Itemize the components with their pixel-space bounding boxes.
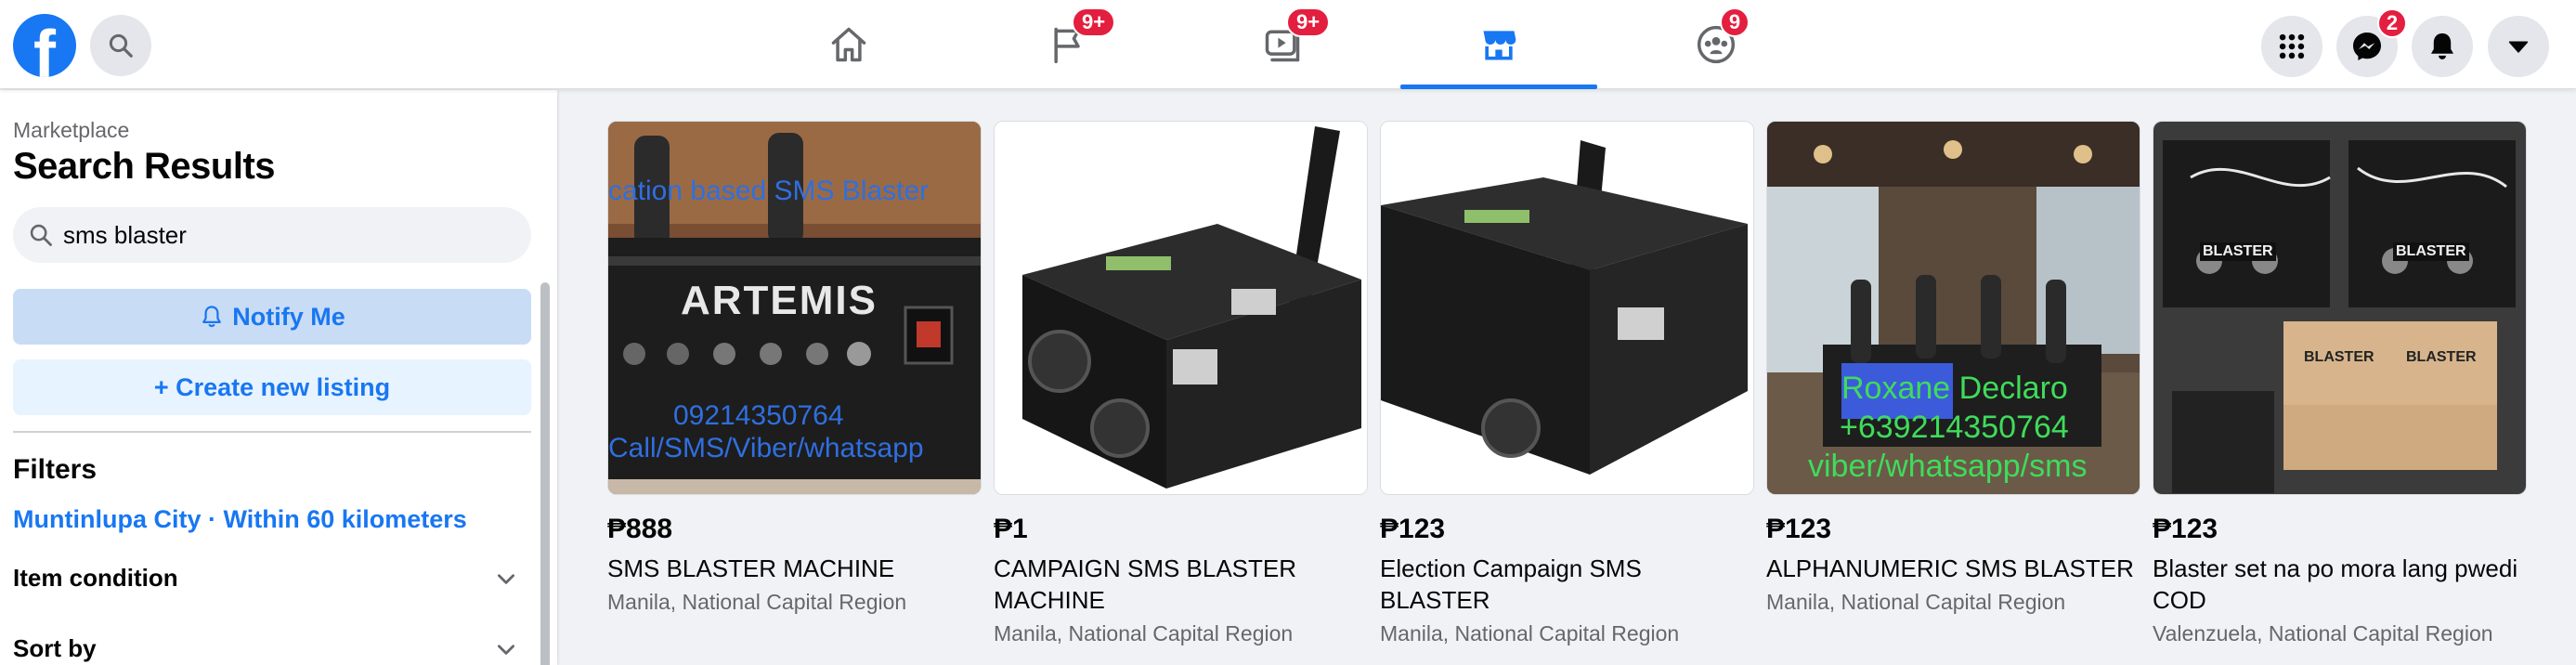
create-listing-label: + Create new listing xyxy=(153,372,391,401)
photo-overlay-contact: viber/whatsapp/sms xyxy=(1808,449,2088,484)
messenger-icon xyxy=(2353,33,2381,60)
search-input[interactable] xyxy=(63,220,509,250)
listing-location: Valenzuela, National Capital Region xyxy=(2153,621,2493,645)
search-icon xyxy=(30,224,52,246)
listing-title[interactable]: CAMPAIGN SMS BLASTER MACHINE xyxy=(994,553,1368,616)
menu-button[interactable] xyxy=(2261,16,2322,77)
tab-groups[interactable]: 9 xyxy=(1618,0,1815,89)
sidebar-scrollbar[interactable] xyxy=(540,282,550,665)
sort-by-label: Sort by xyxy=(13,634,97,662)
listing-photo[interactable]: BLASTER BLASTER BLASTER BLASTER xyxy=(2153,121,2527,495)
listing-location: Manila, National Capital Region xyxy=(1766,590,2066,614)
listing-photo[interactable]: Roxane Declaro +639214350764 viber/whats… xyxy=(1766,121,2140,495)
listing-title[interactable]: Election Campaign SMS BLASTER xyxy=(1380,553,1754,616)
bell-icon xyxy=(2430,33,2454,59)
groups-icon: 9 xyxy=(1694,7,1750,67)
caret-down-icon xyxy=(2508,41,2529,53)
photo-overlay-text: cation based SMS Blaster xyxy=(608,176,930,206)
box-label: BLASTER xyxy=(2406,349,2477,365)
grid-menu-icon xyxy=(2279,33,2305,59)
listing-card[interactable]: cation based SMS Blaster ARTEMIS 0921435… xyxy=(607,121,982,615)
bell-outline-icon xyxy=(202,306,222,328)
black-box-device-photo xyxy=(995,122,1367,494)
listing-price: ₱123 xyxy=(2153,514,2218,544)
listing-price: ₱123 xyxy=(1380,514,1446,544)
page-title: Search Results xyxy=(13,146,276,187)
listing-location: Manila, National Capital Region xyxy=(1380,621,1680,645)
tab-pages[interactable]: 9+ xyxy=(969,0,1166,89)
marketplace-store-icon xyxy=(1477,22,1521,67)
account-button[interactable] xyxy=(2488,16,2549,77)
tab-watch[interactable]: 9+ xyxy=(1184,0,1381,89)
chevron-down-icon xyxy=(498,573,514,584)
breadcrumb[interactable]: Marketplace xyxy=(13,118,129,143)
video-icon: 9+ xyxy=(1260,7,1331,67)
notify-me-button[interactable]: Notify Me xyxy=(13,289,531,345)
black-box-device-photo xyxy=(1381,122,1753,494)
notify-me-label: Notify Me xyxy=(232,302,345,331)
listing-card[interactable]: ₱123 Election Campaign SMS BLASTER Manil… xyxy=(1380,121,1754,646)
listing-title[interactable]: SMS BLASTER MACHINE xyxy=(607,553,982,584)
top-navigation-bar: f 9+ 9+ 9 2 xyxy=(0,0,2576,89)
photo-overlay-contact: Call/SMS/Viber/whatsapp xyxy=(608,433,924,463)
photo-overlay-phone: 09214350764 xyxy=(673,400,844,431)
groups-notification-badge: 9 xyxy=(1720,7,1750,37)
messenger-badge: 2 xyxy=(2377,8,2407,38)
listing-price: ₱888 xyxy=(607,514,673,544)
listing-card[interactable]: ₱1 CAMPAIGN SMS BLASTER MACHINE Manila, … xyxy=(994,121,1368,646)
notifications-button[interactable] xyxy=(2412,16,2473,77)
listing-photo[interactable]: cation based SMS Blaster ARTEMIS 0921435… xyxy=(607,121,982,495)
home-icon xyxy=(826,22,871,67)
create-new-listing-button[interactable]: + Create new listing xyxy=(13,359,531,415)
flag-icon: 9+ xyxy=(1046,7,1116,67)
facebook-logo-icon[interactable]: f xyxy=(13,14,76,88)
marketplace-search-field[interactable] xyxy=(13,207,531,263)
listing-photo[interactable] xyxy=(1380,121,1754,495)
box-label: BLASTER xyxy=(2304,349,2374,365)
chevron-down-icon xyxy=(498,644,514,655)
search-button[interactable] xyxy=(90,15,151,76)
box-label: BLASTER xyxy=(2200,242,2276,261)
filters-heading: Filters xyxy=(13,454,98,485)
listing-photo[interactable] xyxy=(994,121,1368,495)
messenger-button[interactable]: 2 xyxy=(2336,8,2407,77)
search-icon xyxy=(109,33,133,58)
item-condition-label: Item condition xyxy=(13,564,178,592)
box-label: BLASTER xyxy=(2393,242,2469,261)
tab-home[interactable] xyxy=(750,0,947,89)
search-results-grid: cation based SMS Blaster ARTEMIS 0921435… xyxy=(558,90,2576,665)
device-brand-text: ARTEMIS xyxy=(681,278,878,323)
blaster-boxes-photo xyxy=(2153,122,2526,494)
pages-notification-badge: 9+ xyxy=(1072,7,1116,37)
listing-title[interactable]: Blaster set na po mora lang pwedi COD xyxy=(2153,553,2527,616)
listing-location: Manila, National Capital Region xyxy=(994,621,1294,645)
sort-by-filter[interactable]: Sort by xyxy=(13,634,518,663)
item-condition-filter[interactable]: Item condition xyxy=(13,564,518,593)
marketplace-sidebar: Marketplace Search Results Notify Me + C… xyxy=(0,90,557,665)
tab-marketplace[interactable] xyxy=(1400,0,1597,89)
listing-location: Manila, National Capital Region xyxy=(607,590,907,614)
photo-overlay-phone: +639214350764 xyxy=(1840,410,2069,445)
listing-title[interactable]: ALPHANUMERIC SMS BLASTER xyxy=(1766,553,2140,584)
listing-card[interactable]: Roxane Declaro +639214350764 viber/whats… xyxy=(1766,121,2140,615)
divider xyxy=(13,431,531,433)
listing-card[interactable]: BLASTER BLASTER BLASTER BLASTER ₱123 Bla… xyxy=(2153,121,2527,646)
photo-overlay-name: Roxane Declaro xyxy=(1841,371,2068,406)
location-filter-link[interactable]: Muntinlupa City · Within 60 kilometers xyxy=(13,505,467,534)
listing-price: ₱1 xyxy=(994,514,1028,544)
watch-notification-badge: 9+ xyxy=(1286,7,1331,37)
listing-price: ₱123 xyxy=(1766,514,1832,544)
